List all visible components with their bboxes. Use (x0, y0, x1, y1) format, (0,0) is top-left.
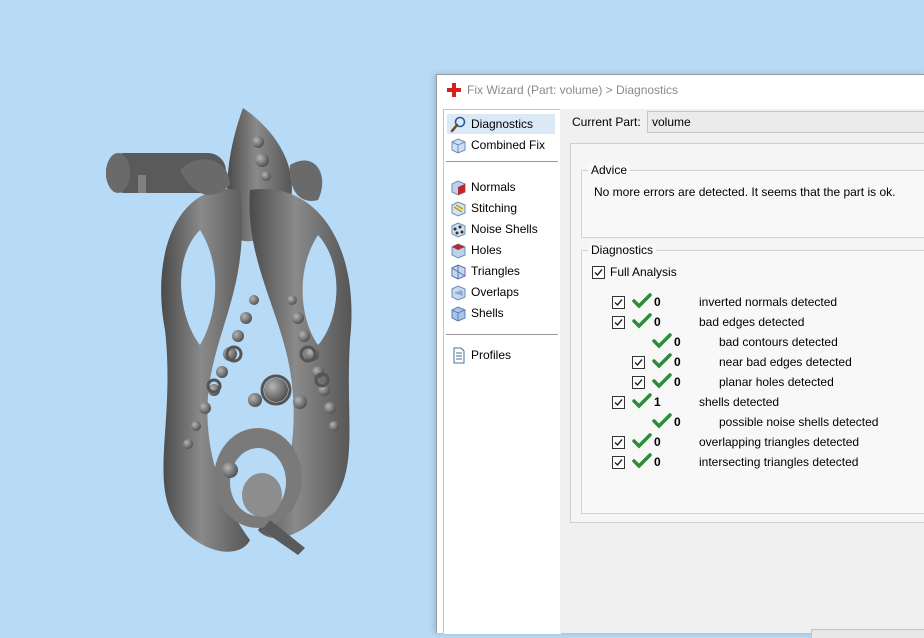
green-check-icon (652, 333, 672, 349)
noise-shells-icon (451, 222, 466, 238)
current-part-value: volume (652, 115, 691, 129)
diag-row-label: possible noise shells detected (719, 415, 879, 429)
nav-item-holes[interactable]: Holes (447, 240, 555, 260)
diag-row-count: 0 (654, 435, 661, 449)
diagnostics-panel: Advice No more errors are detected. It s… (570, 143, 924, 523)
document-icon (453, 347, 465, 364)
advice-group: Advice No more errors are detected. It s… (581, 163, 924, 238)
nav-item-normals[interactable]: Normals (447, 177, 555, 197)
checkmark-icon (614, 319, 623, 327)
nav-item-stitching[interactable]: Stitching (447, 198, 555, 218)
nav-item-overlaps[interactable]: Overlaps (447, 282, 555, 302)
diag-row-label: shells detected (699, 395, 780, 409)
nav-label: Combined Fix (471, 138, 546, 152)
stitching-icon (451, 201, 466, 217)
window-title: Fix Wizard (Part: volume) > Diagnostics (467, 83, 679, 97)
diag-row-checkbox[interactable] (632, 376, 645, 389)
nav-label: Overlaps (471, 285, 520, 299)
diag-row-label: inverted normals detected (699, 295, 838, 309)
nav-item-diagnostics[interactable]: Diagnostics (447, 114, 555, 134)
checkmark-icon (634, 359, 643, 367)
triangles-icon (451, 264, 466, 280)
diag-row-label: intersecting triangles detected (699, 455, 859, 469)
nav-label: Noise Shells (471, 222, 538, 236)
green-check-icon (632, 293, 652, 309)
green-check-icon (652, 353, 672, 369)
3d-viewport[interactable] (0, 0, 437, 632)
diag-row-label: bad edges detected (699, 315, 805, 329)
diagnostics-title: Diagnostics (588, 243, 657, 257)
advice-text: No more errors are detected. It seems th… (594, 185, 896, 199)
diag-row-label: overlapping triangles detected (699, 435, 860, 449)
diag-row-checkbox[interactable] (612, 316, 625, 329)
green-check-icon (652, 413, 672, 429)
green-check-icon (632, 393, 652, 409)
current-part-field[interactable]: volume (647, 111, 924, 133)
nav-item-triangles[interactable]: Triangles (447, 261, 555, 281)
nav-label: Holes (471, 243, 502, 257)
checkmark-icon (634, 379, 643, 387)
nav-item-combined-fix[interactable]: Combined Fix (447, 135, 555, 155)
nav-divider (446, 161, 558, 162)
diag-row-checkbox[interactable] (612, 396, 625, 409)
full-analysis-label: Full Analysis (610, 265, 677, 279)
normals-icon (451, 180, 466, 196)
nav-label: Shells (471, 306, 504, 320)
nav-divider (446, 334, 558, 335)
content-area: Current Part: volume Advice No more erro… (560, 109, 924, 633)
overlaps-icon (451, 285, 466, 301)
current-part-label: Current Part: (572, 115, 641, 129)
checkmark-icon (614, 299, 623, 307)
shells-icon (451, 306, 466, 322)
checkmark-icon (614, 459, 623, 467)
diag-row-count: 0 (674, 415, 681, 429)
green-check-icon (632, 313, 652, 329)
diagnostics-group: Diagnostics Full Analysis 0 inverted nor… (581, 243, 924, 514)
diag-row-count: 0 (654, 315, 661, 329)
wizard-nav: Diagnostics Combined Fix Normals Stitchi… (443, 109, 562, 634)
checkmark-icon (594, 269, 603, 277)
checkmark-icon (614, 399, 623, 407)
diag-row-checkbox[interactable] (612, 296, 625, 309)
holes-icon (451, 243, 466, 259)
nav-label: Triangles (471, 264, 520, 278)
diag-row-count: 1 (654, 395, 661, 409)
checkmark-icon (614, 439, 623, 447)
diag-row-checkbox[interactable] (612, 456, 625, 469)
red-cross-icon (447, 83, 461, 97)
fix-wizard-window: Fix Wizard (Part: volume) > Diagnostics … (436, 74, 924, 638)
green-check-icon (632, 433, 652, 449)
nav-item-shells[interactable]: Shells (447, 303, 555, 323)
cube-icon (451, 138, 466, 154)
diag-row-label: near bad edges detected (719, 355, 852, 369)
diag-row-checkbox[interactable] (612, 436, 625, 449)
full-analysis-checkbox[interactable] (592, 266, 605, 279)
nav-item-profiles[interactable]: Profiles (447, 345, 555, 365)
pendant-model[interactable] (0, 0, 437, 632)
magnifier-icon (450, 116, 466, 133)
diag-row-label: bad contours detected (719, 335, 838, 349)
nav-item-noise-shells[interactable]: Noise Shells (447, 219, 555, 239)
nav-label: Stitching (471, 201, 518, 215)
green-check-icon (652, 373, 672, 389)
diag-row-label: planar holes detected (719, 375, 834, 389)
diag-row-checkbox[interactable] (632, 356, 645, 369)
nav-label: Normals (471, 180, 516, 194)
title-bar[interactable]: Fix Wizard (Part: volume) > Diagnostics (437, 75, 924, 105)
diag-row-count: 0 (674, 355, 681, 369)
diag-row-count: 0 (674, 335, 681, 349)
advice-title: Advice (588, 163, 631, 177)
nav-label: Diagnostics (471, 117, 534, 131)
green-check-icon (632, 453, 652, 469)
diag-row-count: 0 (654, 455, 661, 469)
bottom-button-edge[interactable] (811, 629, 924, 638)
nav-label: Profiles (471, 348, 512, 362)
diag-row-count: 0 (654, 295, 661, 309)
diag-row-count: 0 (674, 375, 681, 389)
